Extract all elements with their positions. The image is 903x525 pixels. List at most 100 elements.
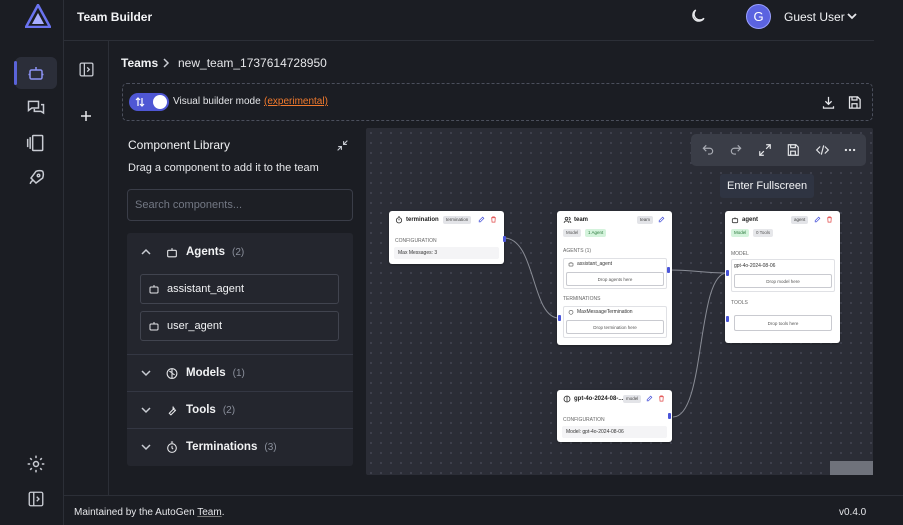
save-button[interactable] [847,95,862,110]
section-count: (2) [231,246,245,258]
node-title: gpt-4o-2024-08-... [574,396,624,402]
termination-item[interactable]: MaxMessageTermination [577,309,633,315]
breadcrumb-separator-icon [162,58,170,68]
output-handle[interactable] [667,267,670,273]
drop-model-zone[interactable]: Drop model here [734,274,832,288]
save-icon [848,96,861,109]
section-models-header[interactable]: Models (1) [127,355,353,391]
input-handle[interactable] [726,270,729,276]
timer-icon [395,216,403,224]
more-horizontal-icon [844,148,856,152]
timer-icon [568,309,574,315]
moon-icon [692,9,705,22]
edit-icon[interactable] [658,216,665,223]
section-tools-header[interactable]: Tools (2) [127,392,353,428]
new-team-button[interactable] [80,110,92,122]
chip-model: Model [731,229,750,237]
output-handle[interactable] [503,236,506,242]
app-header: Team Builder G Guest User [64,0,874,41]
team-sidebar [64,41,109,495]
model-value[interactable]: gpt-4o-2024-08-06 [734,263,775,269]
collapse-nav-button[interactable] [15,483,57,515]
input-handle[interactable] [558,315,561,321]
output-handle[interactable] [668,413,671,419]
section-agents-header[interactable]: Agents (2) [127,234,353,270]
user-name[interactable]: Guest User [784,10,845,24]
minimize-library-button[interactable] [336,139,349,152]
drop-agents-zone[interactable]: Drop agents here [566,272,664,286]
search-input[interactable] [127,189,353,221]
footer-text: Maintained by the AutoGen Team. [74,507,224,518]
nav-settings-button[interactable] [15,448,57,480]
brain-icon [563,395,571,403]
version-label: v0.4.0 [839,507,867,518]
visual-builder-toggle[interactable] [129,93,169,111]
node-type-badge: termination [443,216,472,224]
experimental-link[interactable]: (experimental) [264,96,328,107]
library-subtitle: Drag a component to add it to the team [128,162,319,174]
code-view-button[interactable] [814,142,830,158]
node-termination[interactable]: termination termination CONFIGURATION Ma… [389,211,506,264]
sidebar-toggle-icon [28,491,44,507]
footer-prefix: Maintained by the AutoGen [74,507,198,518]
section-label: CONFIGURATION [563,417,605,423]
library-item-label: user_agent [167,320,223,332]
edit-icon[interactable] [478,216,485,223]
section-label: MODEL [731,251,749,257]
input-handle[interactable] [726,316,729,322]
delete-icon[interactable] [826,216,833,223]
chat-icon [27,100,45,115]
edit-icon[interactable] [814,216,821,223]
section-terminations-header[interactable]: Terminations (3) [127,429,353,465]
code-icon [815,145,829,155]
expand-icon [759,144,771,156]
download-icon [822,96,835,109]
undo-button[interactable] [700,142,716,158]
node-agent[interactable]: agent agent Model 0 Tools MODEL gpt-4o-2… [725,211,840,343]
redo-button[interactable] [728,142,744,158]
component-library: Component Library Drag a component to ad… [122,129,357,466]
config-value: Model: gpt-4o-2024-08-06 [562,426,667,438]
breadcrumb-root[interactable]: Teams [121,56,158,70]
toggle-team-sidebar-button[interactable] [78,61,95,78]
edge-team-agent [668,269,728,274]
minimize-icon [337,140,348,151]
chevron-down-icon [847,13,857,20]
more-options-button[interactable] [842,142,858,158]
fullscreen-button[interactable] [757,142,773,158]
visual-builder-label: Visual builder mode [173,96,261,107]
dark-mode-toggle[interactable] [689,7,707,25]
toggle-knob [153,95,167,109]
nav-team-builder-button[interactable] [14,57,57,89]
chip-tools-count: 0 Tools [753,229,774,237]
chip-agent-count: 1 Agent [585,229,607,237]
brain-icon [166,367,178,379]
undo-icon [702,144,714,155]
library-item-assistant-agent[interactable]: assistant_agent [140,274,339,304]
library-sections: Agents (2) assistant_agent user_agent Mo… [127,233,353,466]
chevron-down-icon [141,444,151,451]
nav-playground-button[interactable] [15,92,57,124]
drop-termination-zone[interactable]: Drop termination here [566,320,664,334]
minimap[interactable] [830,461,873,475]
library-item-user-agent[interactable]: user_agent [140,311,339,341]
edit-icon[interactable] [646,395,653,402]
section-count: (3) [264,441,277,453]
avatar[interactable]: G [746,4,771,29]
edge-model-agent [672,272,728,418]
node-team[interactable]: team team Model 1 Agent AGENTS (1) assis… [557,211,672,345]
agent-item[interactable]: assistant_agent [577,261,612,267]
drop-tools-zone[interactable]: Drop tools here [734,315,832,331]
footer-team-link[interactable]: Team [197,507,221,518]
node-model[interactable]: gpt-4o-2024-08-... model CONFIGURATION M… [557,390,672,442]
nav-deploy-button[interactable] [15,162,57,194]
delete-icon[interactable] [658,395,665,402]
section-label: Models [186,367,226,379]
download-button[interactable] [821,95,836,110]
delete-icon[interactable] [490,216,497,223]
canvas-save-button[interactable] [785,142,801,158]
nav-gallery-button[interactable] [15,127,57,159]
logo-icon[interactable] [25,4,51,28]
builder-canvas[interactable]: Enter Fullscreen termination termination… [366,128,873,475]
user-menu-chevron[interactable] [846,11,858,21]
